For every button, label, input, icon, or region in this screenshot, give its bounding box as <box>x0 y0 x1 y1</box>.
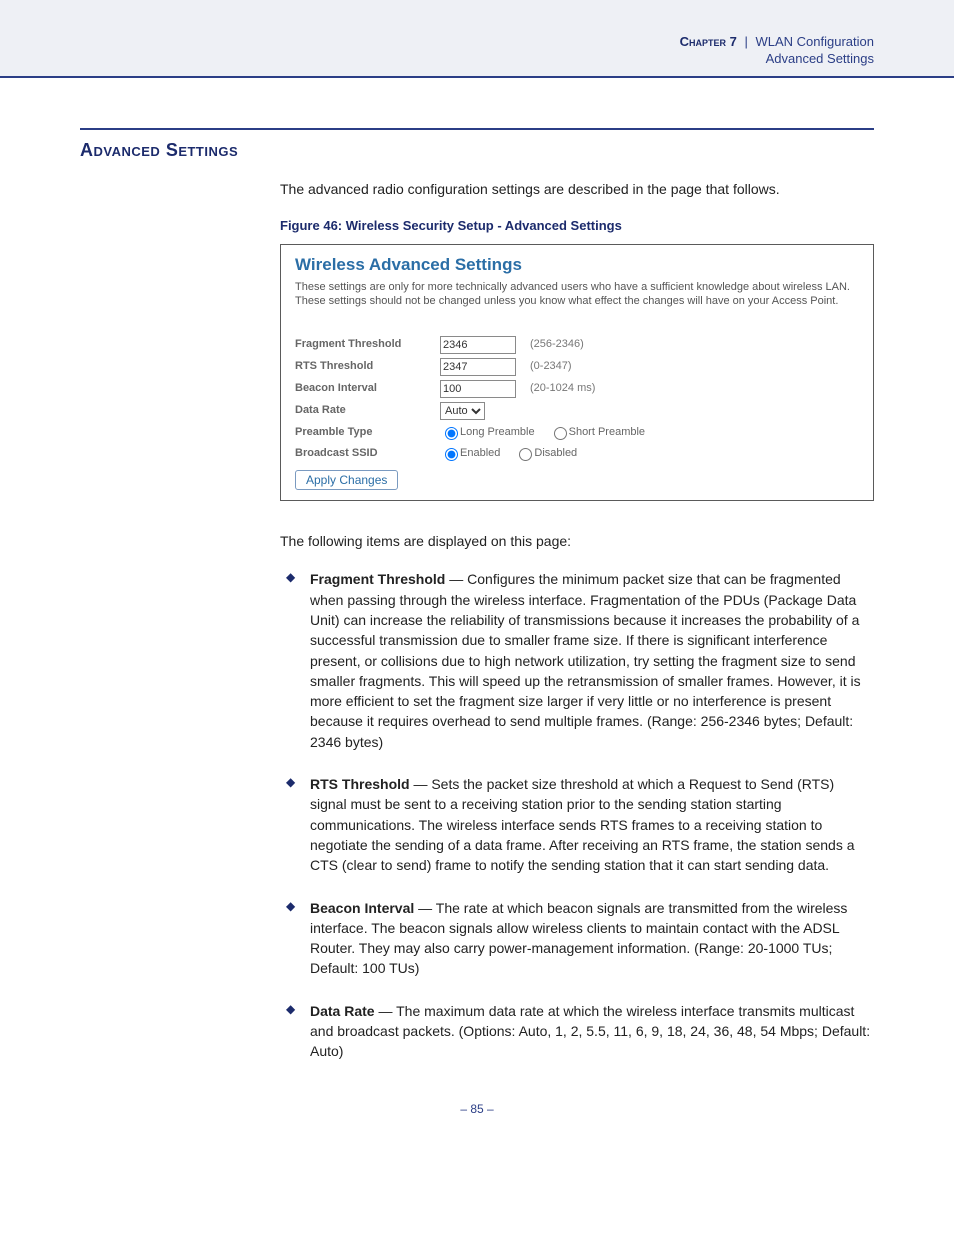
figure-caption: Figure 46: Wireless Security Setup - Adv… <box>280 217 874 236</box>
item-title: Beacon Interval <box>310 900 414 916</box>
header-subtitle: Advanced Settings <box>80 51 874 66</box>
hint-beacon-interval: (20-1024 ms) <box>530 381 595 397</box>
list-item: RTS Threshold — Sets the packet size thr… <box>280 774 874 875</box>
row-fragment-threshold: Fragment Threshold (256-2346) <box>295 336 859 354</box>
apply-changes-button[interactable]: Apply Changes <box>295 470 398 490</box>
section-title: Advanced Settings <box>80 140 874 161</box>
radio-short-preamble[interactable] <box>554 427 567 440</box>
row-rts-threshold: RTS Threshold (0-2347) <box>295 358 859 376</box>
label-data-rate: Data Rate <box>295 403 440 419</box>
item-title: Fragment Threshold <box>310 571 445 587</box>
label-rts-threshold: RTS Threshold <box>295 359 440 375</box>
hint-rts-threshold: (0-2347) <box>530 359 572 375</box>
page-header: Chapter 7 | WLAN Configuration Advanced … <box>0 0 954 78</box>
advanced-settings-panel: Wireless Advanced Settings These setting… <box>280 244 874 501</box>
input-fragment-threshold[interactable] <box>440 336 516 354</box>
list-item: Data Rate — The maximum data rate at whi… <box>280 1001 874 1062</box>
intro-paragraph: The advanced radio configuration setting… <box>280 179 874 199</box>
radio-short-preamble-label[interactable]: Short Preamble <box>549 424 645 441</box>
radio-enabled-label[interactable]: Enabled <box>440 445 500 462</box>
section-rule <box>80 128 874 130</box>
list-item: Beacon Interval — The rate at which beac… <box>280 898 874 979</box>
radio-long-preamble[interactable] <box>445 427 458 440</box>
row-broadcast-ssid: Broadcast SSID Enabled Disabled <box>295 445 859 462</box>
radio-long-preamble-label[interactable]: Long Preamble <box>440 424 535 441</box>
item-body: — The maximum data rate at which the wir… <box>310 1003 870 1060</box>
list-intro: The following items are displayed on thi… <box>280 531 874 551</box>
radio-ssid-disabled[interactable] <box>519 448 532 461</box>
label-preamble-type: Preamble Type <box>295 425 440 441</box>
select-data-rate[interactable]: Auto <box>440 402 485 420</box>
panel-title: Wireless Advanced Settings <box>295 253 859 278</box>
row-data-rate: Data Rate Auto <box>295 402 859 420</box>
label-broadcast-ssid: Broadcast SSID <box>295 446 440 462</box>
panel-note: These settings are only for more technic… <box>295 280 859 309</box>
header-separator: | <box>740 34 751 49</box>
chapter-title: WLAN Configuration <box>756 34 875 49</box>
label-fragment-threshold: Fragment Threshold <box>295 337 440 353</box>
label-beacon-interval: Beacon Interval <box>295 381 440 397</box>
list-item: Fragment Threshold — Configures the mini… <box>280 569 874 752</box>
input-rts-threshold[interactable] <box>440 358 516 376</box>
item-title: RTS Threshold <box>310 776 410 792</box>
page-number: – 85 – <box>0 1102 954 1146</box>
chapter-label: Chapter 7 <box>680 34 737 49</box>
item-body: — Configures the minimum packet size tha… <box>310 571 861 749</box>
item-title: Data Rate <box>310 1003 375 1019</box>
radio-disabled-label[interactable]: Disabled <box>514 445 577 462</box>
hint-fragment-threshold: (256-2346) <box>530 337 584 353</box>
input-beacon-interval[interactable] <box>440 380 516 398</box>
row-preamble-type: Preamble Type Long Preamble Short Preamb… <box>295 424 859 441</box>
settings-list: Fragment Threshold — Configures the mini… <box>280 569 874 1061</box>
row-beacon-interval: Beacon Interval (20-1024 ms) <box>295 380 859 398</box>
radio-ssid-enabled[interactable] <box>445 448 458 461</box>
